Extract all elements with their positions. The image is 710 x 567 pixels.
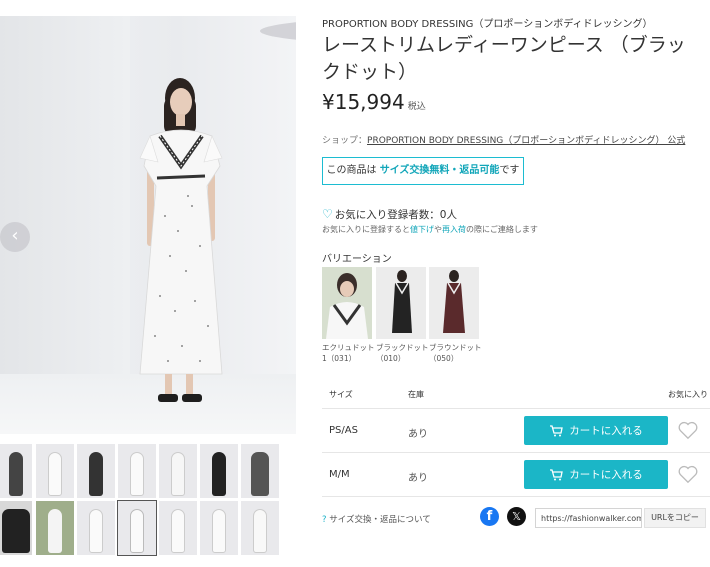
prev-image-button[interactable]: ‹ (0, 222, 30, 252)
shop-link[interactable]: PROPORTION BODY DRESSING（プロポーションボディドレッシン… (367, 136, 685, 146)
stock-value: あり (408, 429, 428, 440)
tax-label: 税込 (407, 102, 426, 112)
add-to-cart-label: カートに入れる (569, 469, 643, 481)
shop-line: ショップ：PROPORTION BODY DRESSING（プロポーションボディ… (322, 133, 685, 146)
variation-caption: ブラウンドット（050） (429, 343, 482, 363)
variation-item[interactable]: ブラウンドット（050） (429, 267, 482, 364)
cart-icon (550, 424, 564, 436)
price-drop-link[interactable]: 値下げ (410, 225, 434, 234)
divider (322, 452, 710, 453)
variation-caption: エクリュドット1（031） (322, 343, 375, 363)
fav-note-text: や (434, 225, 442, 234)
thumbnail-selected[interactable] (117, 500, 157, 556)
size-column-header: サイズ (329, 390, 353, 399)
variation-caption: ブラックドット（010） (376, 343, 429, 363)
notice-highlight: サイズ交換無料・返品可能 (379, 165, 500, 176)
price: ¥15,994 税込 (322, 90, 426, 114)
variation-photo (326, 273, 368, 339)
main-product-photo: ‹ › (0, 16, 296, 434)
variation-photo (392, 270, 412, 333)
thumbnail[interactable] (77, 444, 115, 498)
variation-image[interactable] (429, 267, 479, 339)
exchange-notice-badge: この商品は サイズ交換無料・返品可能です (322, 157, 524, 185)
thumbnail[interactable] (200, 444, 238, 498)
thumbnail[interactable] (77, 501, 115, 555)
notice-prefix: この商品は (326, 165, 377, 176)
thumbnail[interactable] (36, 501, 74, 555)
stock-column-header: 在庫 (408, 390, 424, 399)
favorite-note: お気に入りに登録すると値下げや再入荷の際にご連絡します (322, 224, 538, 235)
restock-link[interactable]: 再入荷 (442, 225, 466, 234)
variation-image[interactable] (322, 267, 372, 339)
favorite-column-header: お気に入り (668, 390, 708, 399)
divider (322, 496, 710, 497)
model-figure (139, 78, 223, 402)
product-title: レーストリムレディーワンピース （ブラックドット） (322, 34, 686, 83)
thumbnail[interactable] (159, 501, 197, 555)
fav-note-text: お気に入りに登録すると (322, 225, 410, 234)
facebook-share-icon[interactable]: f (480, 507, 499, 526)
thumbnail[interactable] (0, 444, 32, 498)
exchange-info-link[interactable]: ? サイズ交換・返品について (322, 513, 431, 525)
thumbnail[interactable] (118, 444, 156, 498)
favorite-count: ♡ お気に入り登録者数：0人 (322, 207, 457, 222)
variation-image[interactable] (376, 267, 426, 339)
favorite-count-value: 0人 (439, 209, 457, 221)
notice-suffix: です (499, 165, 520, 176)
cart-icon (550, 468, 564, 480)
thumbnail[interactable] (36, 444, 74, 498)
brand-name[interactable]: PROPORTION BODY DRESSING（プロポーションボディドレッシン… (322, 15, 653, 30)
heart-outline-icon: ♡ (322, 207, 333, 221)
add-to-cart-button[interactable]: カートに入れる (524, 460, 668, 489)
add-to-cart-button[interactable]: カートに入れる (524, 416, 668, 445)
thumbnail[interactable] (200, 501, 238, 555)
size-value: M/M (329, 469, 350, 480)
add-to-cart-label: カートに入れる (569, 425, 643, 437)
fav-note-text: の際にご連絡します (466, 225, 538, 234)
thumbnail[interactable] (241, 501, 279, 555)
favorite-heart-icon[interactable] (677, 419, 699, 441)
question-circle-icon: ? (322, 515, 327, 525)
copy-url-button[interactable]: URLをコピー (644, 508, 706, 528)
share-url-field[interactable] (535, 508, 642, 528)
exchange-info-label: サイズ交換・返品について (329, 515, 431, 525)
shop-prefix: ショップ： (322, 136, 368, 146)
x-share-icon[interactable]: 𝕏 (507, 507, 526, 526)
variation-label: バリエーション (322, 254, 392, 265)
favorite-heart-icon[interactable] (677, 463, 699, 485)
thumbnail[interactable] (241, 444, 279, 498)
size-value: PS/AS (329, 425, 358, 436)
variation-item[interactable]: エクリュドット1（031） (322, 267, 375, 364)
variation-item[interactable]: ブラックドット（010） (376, 267, 429, 364)
divider (322, 408, 710, 409)
thumbnail[interactable] (159, 444, 197, 498)
variation-photo (443, 270, 465, 333)
price-value: ¥15,994 (322, 90, 405, 114)
stock-value: あり (408, 473, 428, 484)
favorite-label: お気に入り登録者数： (334, 209, 440, 221)
thumbnail[interactable] (0, 501, 32, 555)
